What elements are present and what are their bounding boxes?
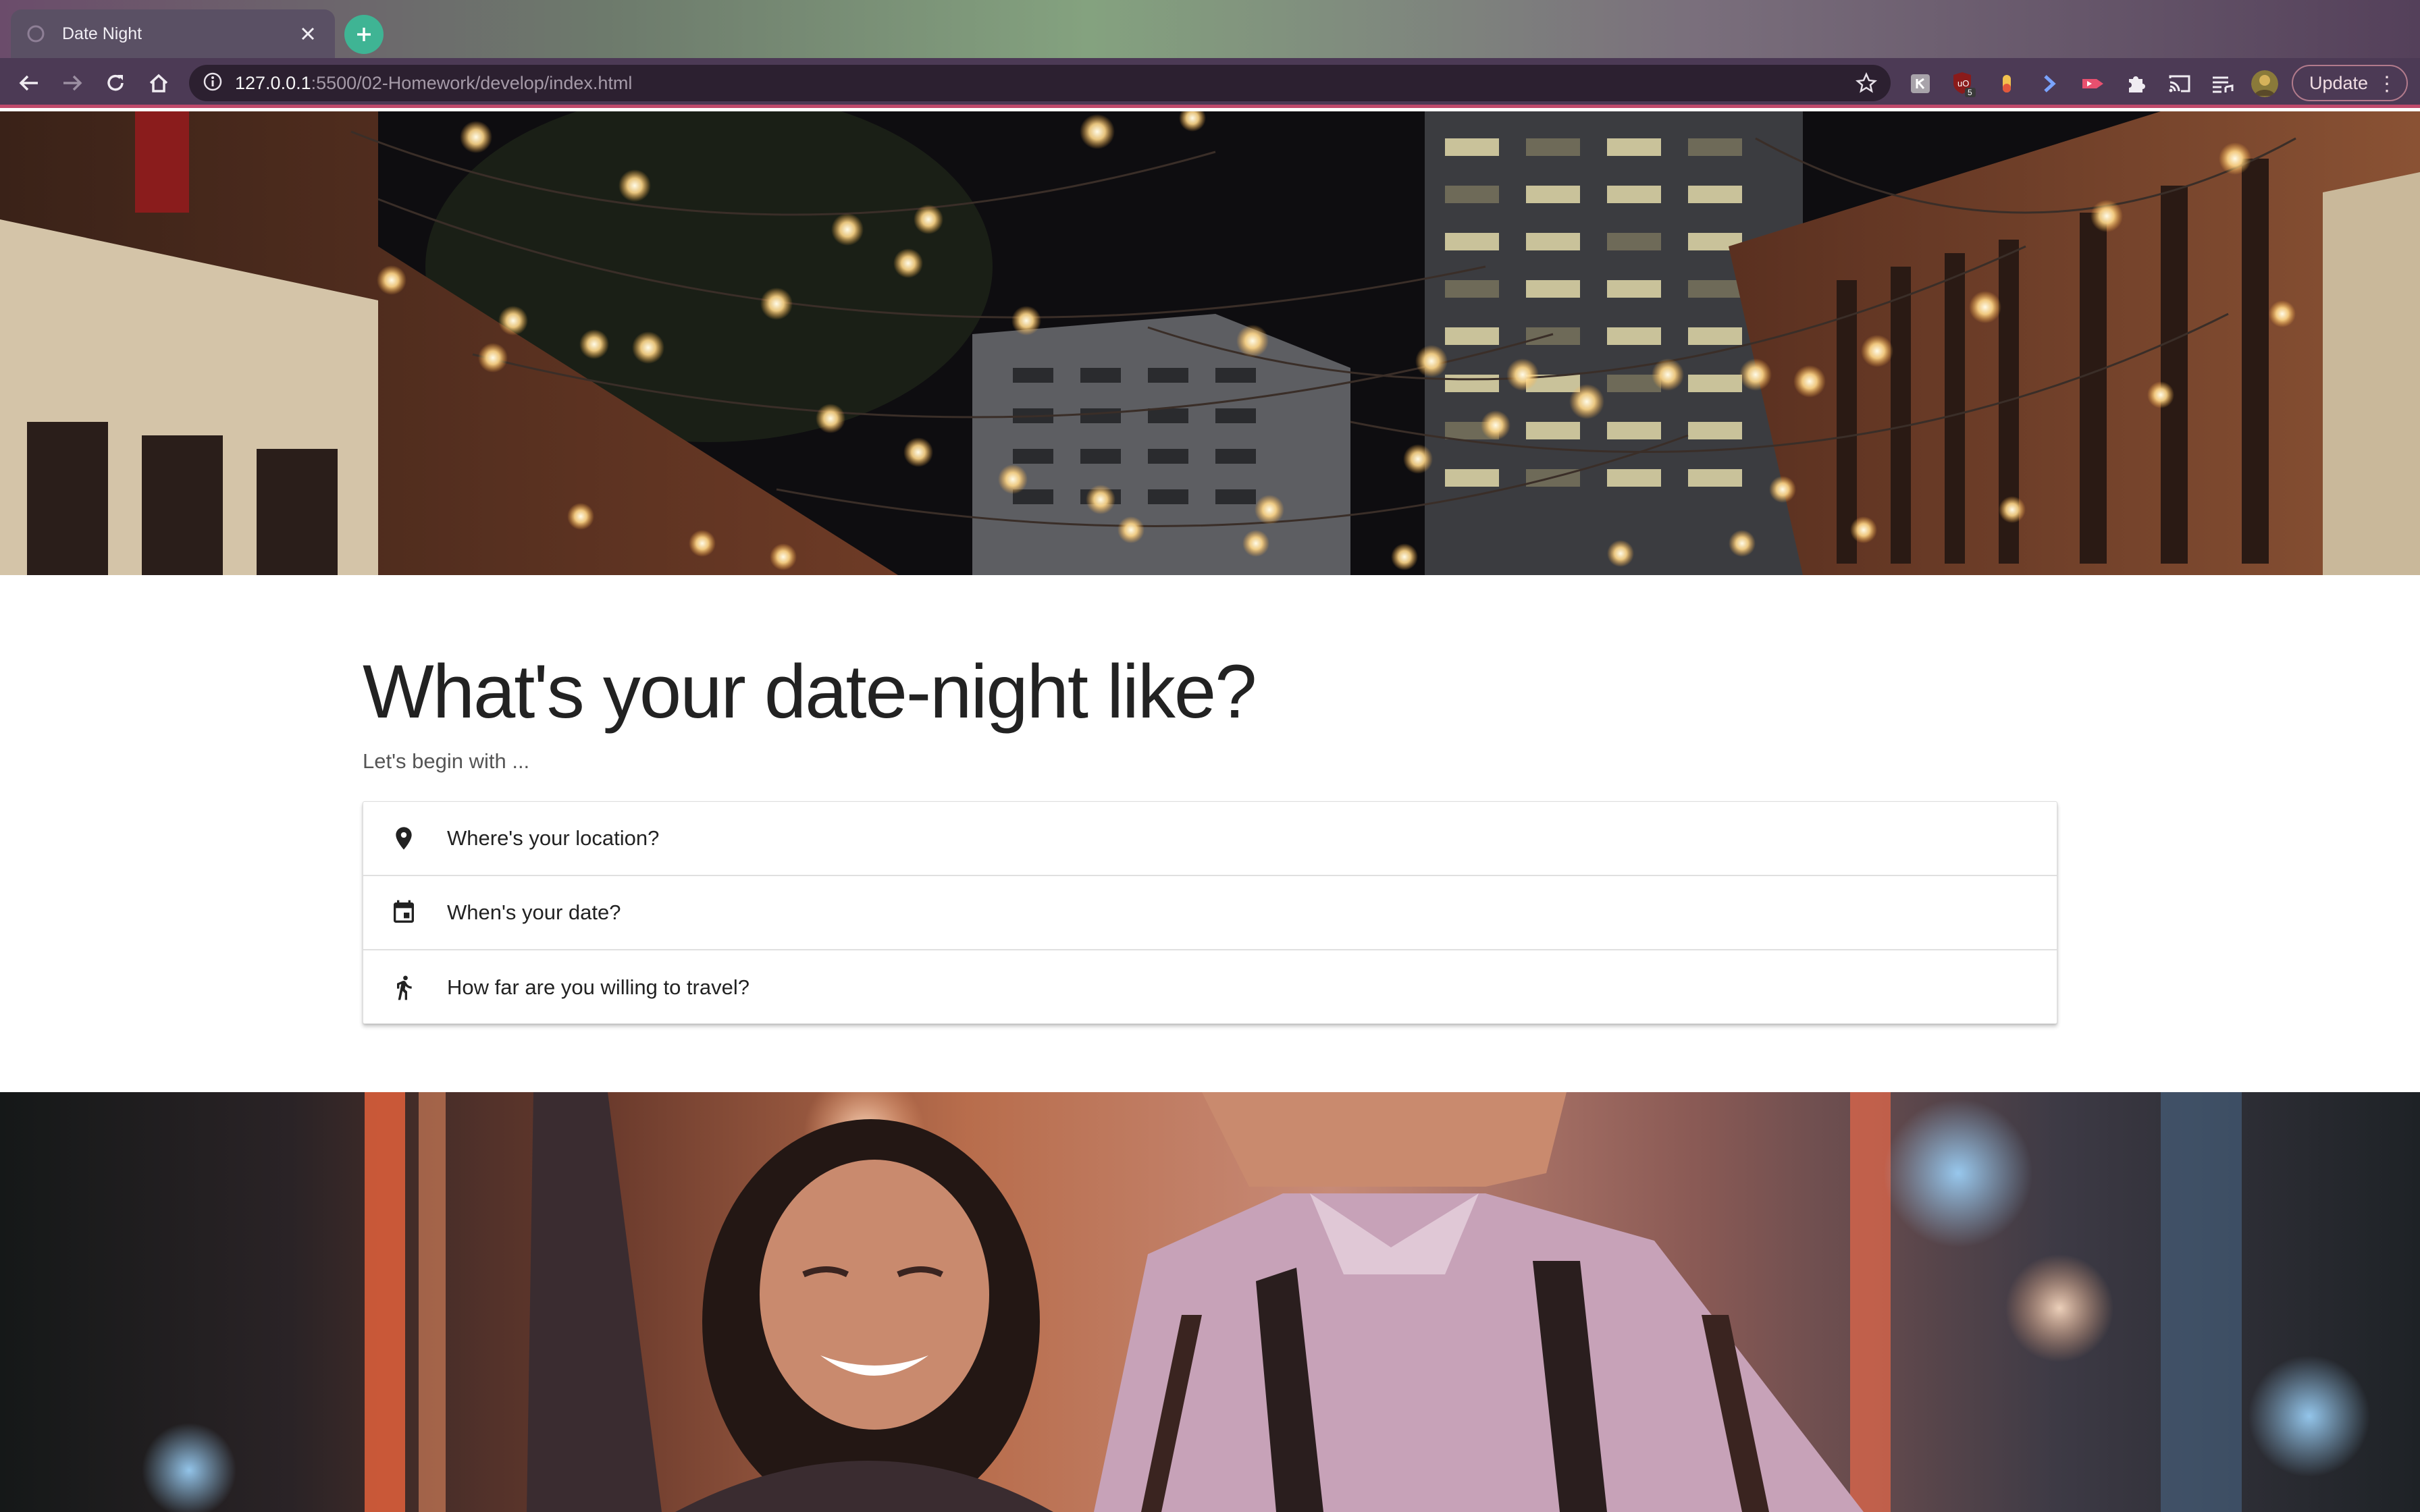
location-pin-icon bbox=[388, 822, 420, 855]
browser-tab-strip: Date Night bbox=[0, 0, 2420, 58]
profile-avatar[interactable] bbox=[2251, 70, 2278, 97]
new-tab-button[interactable] bbox=[344, 15, 384, 54]
walking-person-icon bbox=[388, 971, 420, 1004]
question-list: Where's your location? When's your date?… bbox=[363, 801, 2057, 1024]
page-subtitle: Let's begin with ... bbox=[363, 749, 530, 773]
tab-title: Date Night bbox=[62, 24, 142, 43]
extension-grey-icon[interactable] bbox=[1907, 70, 1934, 97]
url-path: :5500/02-Homework/develop/index.html bbox=[311, 72, 633, 93]
extensions-puzzle-icon[interactable] bbox=[2123, 70, 2150, 97]
address-bar[interactable]: 127.0.0.1:5500/02-Homework/develop/index… bbox=[189, 65, 1891, 101]
cast-icon[interactable] bbox=[2166, 70, 2193, 97]
forward-icon[interactable] bbox=[55, 66, 89, 100]
plus-icon bbox=[357, 28, 371, 41]
more-menu-icon[interactable]: ⋮ bbox=[2377, 72, 2397, 97]
page-title: What's your date-night like? bbox=[363, 649, 1257, 734]
url-host: 127.0.0.1 bbox=[235, 72, 311, 93]
extension-pill-icon[interactable] bbox=[1993, 70, 2020, 97]
url-text: 127.0.0.1:5500/02-Homework/develop/index… bbox=[235, 73, 632, 94]
svg-text:uO: uO bbox=[1957, 78, 1969, 88]
close-tab-icon[interactable] bbox=[296, 22, 320, 46]
hero-image-top bbox=[0, 111, 2420, 575]
browser-toolbar: 127.0.0.1:5500/02-Homework/develop/index… bbox=[0, 58, 2420, 108]
location-question-item[interactable]: Where's your location? bbox=[363, 802, 2057, 876]
update-button[interactable]: Update ⋮ bbox=[2292, 65, 2408, 101]
couple-neon-photo bbox=[142, 1092, 2370, 1512]
hero-image-bottom bbox=[0, 1092, 2420, 1512]
location-question-label: Where's your location? bbox=[447, 826, 660, 850]
ublock-icon[interactable]: uO 5 bbox=[1950, 70, 1977, 97]
extension-badge-count: 5 bbox=[1968, 88, 1972, 97]
extension-chevron-icon[interactable] bbox=[2036, 70, 2063, 97]
travel-distance-question-label: How far are you willing to travel? bbox=[447, 975, 749, 999]
calendar-icon bbox=[388, 896, 420, 929]
back-icon[interactable] bbox=[12, 66, 46, 100]
site-info-icon[interactable] bbox=[203, 72, 223, 95]
date-question-label: When's your date? bbox=[447, 900, 621, 924]
home-icon[interactable] bbox=[142, 66, 176, 100]
reading-list-icon[interactable] bbox=[2209, 70, 2236, 97]
travel-distance-question-item[interactable]: How far are you willing to travel? bbox=[363, 950, 2057, 1025]
update-label: Update bbox=[2309, 72, 2369, 93]
string-lights-photo bbox=[0, 111, 2420, 575]
tab-favicon-icon bbox=[26, 24, 46, 44]
extension-tag-icon[interactable] bbox=[2080, 70, 2107, 97]
date-question-item[interactable]: When's your date? bbox=[363, 876, 2057, 950]
browser-tab[interactable]: Date Night bbox=[11, 9, 335, 58]
reload-icon[interactable] bbox=[99, 66, 132, 100]
bookmark-star-icon[interactable] bbox=[1854, 71, 1878, 95]
